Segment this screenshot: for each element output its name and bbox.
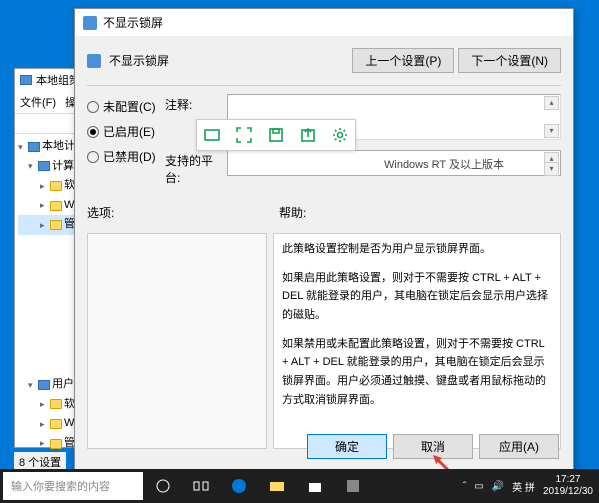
store-icon[interactable] (297, 469, 333, 503)
ime-indicator[interactable]: 英 拼 (512, 479, 535, 494)
taskbar[interactable]: 输入你要搜索的内容 ˆ ▭ 🔊 英 拼 17:27 2019/12/30 (0, 469, 599, 503)
policy-name: 不显示锁屏 (109, 52, 344, 69)
platform-box: Windows RT 及以上版本 ▴ ▾ (227, 150, 561, 176)
folder-icon (50, 220, 62, 230)
folder-icon (50, 181, 62, 191)
radio-enabled[interactable]: 已启用(E) (87, 119, 159, 144)
folder-icon (50, 419, 62, 429)
tree-item[interactable]: W (64, 415, 74, 433)
search-input[interactable]: 输入你要搜索的内容 (3, 472, 143, 500)
folder-icon (50, 439, 62, 449)
radio-icon (87, 101, 99, 113)
next-setting-button[interactable]: 下一个设置(N) (458, 48, 561, 73)
menu-file[interactable]: 文件(F) (20, 97, 56, 109)
task-view-icon[interactable] (183, 469, 219, 503)
folder-icon (50, 201, 62, 211)
tray-up-icon[interactable]: ˆ (463, 481, 466, 492)
share-icon[interactable] (299, 126, 317, 144)
help-paragraph: 如果启用此策略设置，则对于不需要按 CTRL + ALT + DEL 就能登录的… (282, 269, 552, 325)
folder-icon (50, 399, 62, 409)
date-text: 2019/12/30 (543, 486, 593, 498)
network-icon[interactable]: ▭ (474, 481, 483, 492)
user-icon (38, 380, 50, 390)
policy-dialog: 不显示锁屏 不显示锁屏 上一个设置(P) 下一个设置(N) 未配置(C) 已启用… (74, 8, 574, 470)
save-icon[interactable] (267, 126, 285, 144)
state-radio-group: 未配置(C) 已启用(E) 已禁用(D) (87, 94, 159, 169)
volume-icon[interactable]: 🔊 (492, 481, 504, 492)
policy-icon (87, 54, 101, 68)
radio-disabled[interactable]: 已禁用(D) (87, 144, 159, 169)
help-panel: 此策略设置控制是否为用户显示锁屏界面。 如果启用此策略设置，则对于不需要按 CT… (273, 233, 561, 449)
radio-label: 未配置(C) (103, 98, 156, 115)
explorer-icon[interactable] (259, 469, 295, 503)
gear-icon[interactable] (331, 126, 349, 144)
radio-label: 已禁用(D) (103, 148, 156, 165)
comment-label: 注释: (165, 94, 221, 113)
clock[interactable]: 17:27 2019/12/30 (543, 474, 593, 498)
computer-icon (28, 142, 40, 152)
help-paragraph: 如果禁用或未配置此策略设置，则对于不需要按 CTRL + ALT + DEL 就… (282, 335, 552, 410)
fullscreen-icon[interactable] (235, 126, 253, 144)
cortana-icon[interactable] (145, 469, 181, 503)
options-label: 选项: (87, 202, 273, 225)
app-icon[interactable] (335, 469, 371, 503)
radio-icon (87, 151, 99, 163)
platform-text: Windows RT 及以上版本 (384, 159, 504, 171)
scroll-down-icon[interactable]: ▾ (544, 124, 559, 138)
edge-icon[interactable] (221, 469, 257, 503)
prev-setting-button[interactable]: 上一个设置(P) (352, 48, 454, 73)
system-tray[interactable]: ˆ ▭ 🔊 英 拼 17:27 2019/12/30 (463, 474, 599, 498)
gpedit-icon (20, 75, 32, 85)
radio-not-configured[interactable]: 未配置(C) (87, 94, 159, 119)
computer-icon (38, 161, 50, 171)
dialog-title-bar[interactable]: 不显示锁屏 (75, 9, 573, 36)
scroll-down-icon[interactable]: ▾ (544, 162, 559, 176)
help-paragraph: 此策略设置控制是否为用户显示锁屏界面。 (282, 240, 552, 259)
apply-button[interactable]: 应用(A) (479, 434, 559, 459)
help-label: 帮助: (279, 202, 306, 225)
screenshot-toolbar[interactable] (196, 119, 356, 151)
dialog-title: 不显示锁屏 (103, 14, 163, 31)
rectangle-icon[interactable] (203, 126, 221, 144)
radio-icon (87, 126, 99, 138)
platform-label: 支持的平台: (165, 150, 221, 186)
scroll-up-icon[interactable]: ▴ (544, 96, 559, 110)
dialog-icon (83, 16, 97, 30)
time-text: 17:27 (543, 474, 593, 486)
options-panel (87, 233, 267, 449)
search-placeholder: 输入你要搜索的内容 (11, 478, 110, 494)
radio-label: 已启用(E) (103, 123, 155, 140)
tree-item[interactable]: W (64, 197, 74, 215)
ok-button[interactable]: 确定 (307, 434, 387, 459)
